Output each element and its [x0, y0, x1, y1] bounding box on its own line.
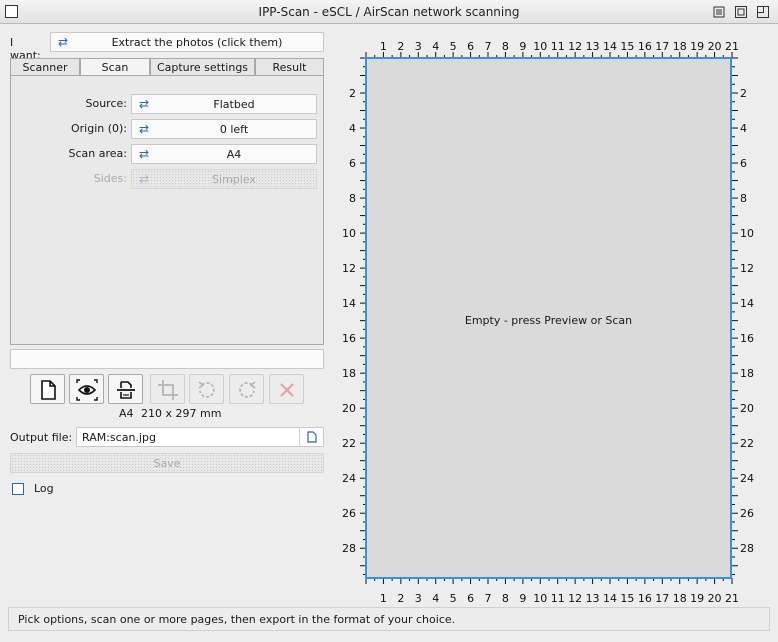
- ruler-label-bottom: 2: [397, 592, 404, 605]
- ruler-label-left: 4: [349, 122, 356, 135]
- ruler-label-right: 16: [740, 332, 754, 345]
- ruler-label-right: 18: [740, 367, 754, 380]
- ruler-label-bottom: 18: [673, 592, 687, 605]
- ruler-label-right: 10: [740, 227, 754, 240]
- ruler-label-right: 8: [740, 192, 747, 205]
- ruler-label-bottom: 10: [533, 592, 547, 605]
- ruler-label-bottom: 9: [519, 592, 526, 605]
- ruler-label-left: 20: [342, 402, 356, 415]
- preview-message: Empty - press Preview or Scan: [464, 314, 633, 327]
- ruler-label-bottom: 12: [568, 592, 582, 605]
- ruler-label-bottom: 3: [415, 592, 422, 605]
- ruler-label-bottom: 15: [620, 592, 634, 605]
- ruler-label-right: 26: [740, 507, 754, 520]
- ruler-label-top: 15: [620, 40, 634, 53]
- status-bar: Pick options, scan one or more pages, th…: [8, 607, 770, 631]
- ruler-label-right: 12: [740, 262, 754, 275]
- ruler-label-bottom: 1: [380, 592, 387, 605]
- status-text: Pick options, scan one or more pages, th…: [18, 613, 456, 626]
- ruler-label-bottom: 20: [708, 592, 722, 605]
- ruler-label-top: 13: [586, 40, 600, 53]
- ruler-label-top: 9: [519, 40, 526, 53]
- ruler-label-bottom: 14: [603, 592, 617, 605]
- ruler-label-top: 4: [432, 40, 439, 53]
- ruler-label-right: 14: [740, 297, 754, 310]
- ruler-label-left: 18: [342, 367, 356, 380]
- ruler-label-right: 6: [740, 157, 747, 170]
- ruler-label-bottom: 8: [502, 592, 509, 605]
- ruler-label-left: 6: [349, 157, 356, 170]
- ruler-label-bottom: 6: [467, 592, 474, 605]
- ruler-label-left: 28: [342, 542, 356, 555]
- ruler-label-top: 18: [673, 40, 687, 53]
- ruler-label-left: 16: [342, 332, 356, 345]
- ruler-label-bottom: 19: [690, 592, 704, 605]
- ruler-label-left: 2: [349, 87, 356, 100]
- ruler-label-top: 2: [397, 40, 404, 53]
- ruler-label-top: 11: [551, 40, 565, 53]
- ruler-label-right: 24: [740, 472, 754, 485]
- ruler-label-right: 22: [740, 437, 754, 450]
- ruler-label-bottom: 11: [551, 592, 565, 605]
- ruler-label-right: 28: [740, 542, 754, 555]
- ruler-label-top: 8: [502, 40, 509, 53]
- ruler-label-top: 16: [638, 40, 652, 53]
- preview-area[interactable]: Empty - press Preview or Scan: [365, 57, 732, 579]
- ruler-label-left: 8: [349, 192, 356, 205]
- ruler-label-top: 20: [708, 40, 722, 53]
- ruler-label-top: 5: [450, 40, 457, 53]
- ruler-label-bottom: 17: [655, 592, 669, 605]
- ruler-label-top: 6: [467, 40, 474, 53]
- ruler-label-left: 10: [342, 227, 356, 240]
- ruler-label-top: 21: [725, 40, 739, 53]
- ruler-label-top: 12: [568, 40, 582, 53]
- ruler-label-top: 17: [655, 40, 669, 53]
- ruler-label-top: 7: [485, 40, 492, 53]
- ruler-label-top: 19: [690, 40, 704, 53]
- ruler-label-bottom: 16: [638, 592, 652, 605]
- ruler-label-bottom: 7: [485, 592, 492, 605]
- ruler-label-right: 2: [740, 87, 747, 100]
- ruler-label-bottom: 5: [450, 592, 457, 605]
- ruler-label-top: 1: [380, 40, 387, 53]
- ruler-label-bottom: 13: [586, 592, 600, 605]
- ruler-label-top: 10: [533, 40, 547, 53]
- ruler-label-bottom: 21: [725, 592, 739, 605]
- ruler-label-left: 14: [342, 297, 356, 310]
- ruler-label-right: 20: [740, 402, 754, 415]
- ruler-label-top: 3: [415, 40, 422, 53]
- ruler-label-top: 14: [603, 40, 617, 53]
- ruler-label-left: 26: [342, 507, 356, 520]
- ruler-label-left: 12: [342, 262, 356, 275]
- ruler-label-left: 24: [342, 472, 356, 485]
- ruler-label-bottom: 4: [432, 592, 439, 605]
- ruler-label-right: 4: [740, 122, 747, 135]
- ruler-label-left: 22: [342, 437, 356, 450]
